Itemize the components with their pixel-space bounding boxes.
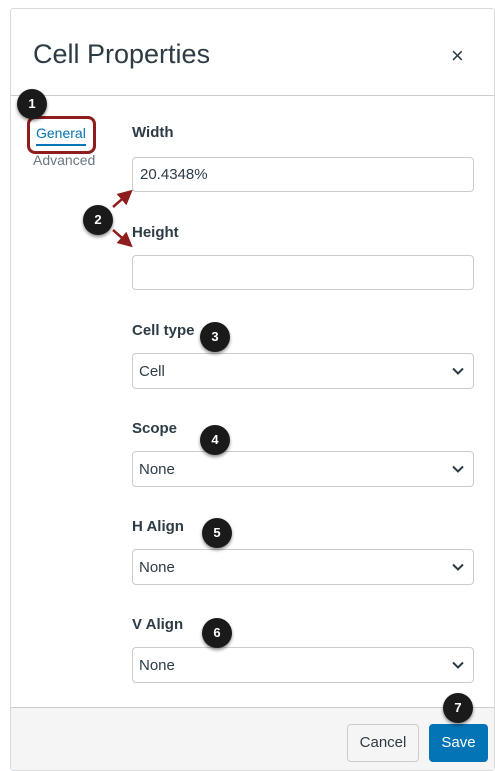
cell-properties-dialog: Cell Properties × General Advanced Width… bbox=[10, 8, 495, 771]
active-tab-underline bbox=[36, 144, 86, 146]
height-label: Height bbox=[132, 224, 179, 241]
chevron-down-icon bbox=[452, 661, 464, 669]
step-marker-5: 5 bbox=[202, 518, 232, 548]
close-icon[interactable]: × bbox=[451, 45, 464, 67]
h-align-label: H Align bbox=[132, 518, 184, 535]
cell-type-label: Cell type bbox=[132, 322, 195, 339]
step-marker-4: 4 bbox=[200, 425, 230, 455]
width-field[interactable] bbox=[132, 157, 474, 192]
dialog-footer: Cancel Save bbox=[11, 707, 494, 770]
cell-type-value: Cell bbox=[139, 363, 165, 380]
step-marker-6: 6 bbox=[202, 618, 232, 648]
h-align-value: None bbox=[139, 559, 175, 576]
header-divider bbox=[11, 95, 494, 96]
scope-label: Scope bbox=[132, 420, 178, 437]
width-label: Width bbox=[132, 124, 174, 141]
scope-select[interactable]: None bbox=[132, 451, 474, 487]
tab-advanced[interactable]: Advanced bbox=[33, 152, 95, 168]
cell-type-select[interactable]: Cell bbox=[132, 353, 474, 389]
chevron-down-icon bbox=[452, 367, 464, 375]
step-marker-2: 2 bbox=[83, 205, 113, 235]
step-marker-7: 7 bbox=[443, 693, 473, 723]
v-align-value: None bbox=[139, 657, 175, 674]
height-field[interactable] bbox=[132, 255, 474, 290]
tab-general-highlight: General bbox=[27, 116, 96, 154]
cancel-button[interactable]: Cancel bbox=[347, 724, 419, 762]
dialog-title: Cell Properties bbox=[33, 39, 211, 69]
save-button[interactable]: Save bbox=[429, 724, 488, 762]
chevron-down-icon bbox=[452, 563, 464, 571]
chevron-down-icon bbox=[452, 465, 464, 473]
h-align-select[interactable]: None bbox=[132, 549, 474, 585]
v-align-select[interactable]: None bbox=[132, 647, 474, 683]
v-align-label: V Align bbox=[132, 616, 184, 633]
step-marker-1: 1 bbox=[17, 89, 47, 119]
step-marker-3: 3 bbox=[200, 322, 230, 352]
tab-general[interactable]: General bbox=[36, 125, 86, 141]
scope-value: None bbox=[139, 461, 175, 478]
